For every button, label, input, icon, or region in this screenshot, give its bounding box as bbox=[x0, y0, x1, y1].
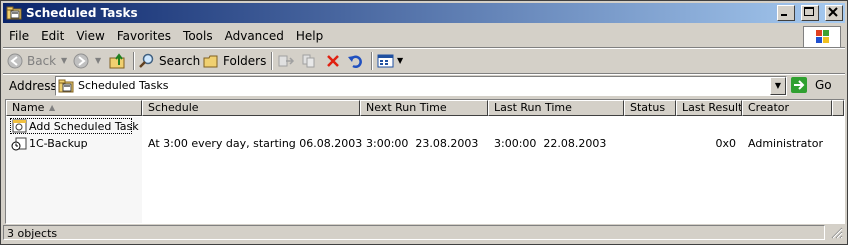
standard-toolbar: Back ▼ ▼ Search Folders ▼ bbox=[3, 49, 845, 73]
column-header-schedule-label: Schedule bbox=[148, 101, 199, 114]
address-bar: Address Scheduled Tasks ▼ Go bbox=[3, 75, 845, 97]
maximize-button[interactable] bbox=[800, 5, 819, 21]
explorer-window: Scheduled Tasks File Edit View Favorites Too… bbox=[0, 0, 848, 245]
menu-bar: File Edit View Favorites Tools Advanced Help bbox=[3, 25, 803, 47]
column-header-last-run-time[interactable]: Last Run Time bbox=[488, 100, 624, 116]
windows-logo-icon bbox=[803, 26, 841, 48]
address-label: Address bbox=[9, 79, 57, 93]
column-header-next-run-time-label: Next Run Time bbox=[366, 101, 447, 114]
add-task-wizard-icon bbox=[12, 119, 28, 133]
table-row[interactable]: 1C-Backup At 3:00 every day, starting 06… bbox=[6, 136, 844, 152]
column-header-name[interactable]: Name ▲ bbox=[6, 100, 142, 116]
task-creator: Administrator bbox=[748, 137, 823, 150]
column-header-last-run-time-label: Last Run Time bbox=[494, 101, 572, 114]
search-label: Search bbox=[159, 54, 201, 68]
folders-icon bbox=[203, 53, 219, 69]
column-header-schedule[interactable]: Schedule bbox=[142, 100, 360, 116]
minimize-button[interactable] bbox=[776, 5, 795, 21]
scheduled-tasks-folder-icon bbox=[58, 78, 74, 94]
copy-to-icon bbox=[301, 53, 319, 69]
column-header-creator[interactable]: Creator bbox=[742, 100, 832, 116]
back-dropdown-icon: ▼ bbox=[61, 56, 68, 65]
forward-dropdown-icon: ▼ bbox=[95, 56, 102, 65]
menu-file[interactable]: File bbox=[3, 25, 35, 43]
toolbar-separator bbox=[133, 52, 135, 70]
up-folder-icon bbox=[109, 53, 127, 69]
address-dropdown-button[interactable]: ▼ bbox=[770, 77, 786, 95]
column-header-filler bbox=[832, 100, 844, 116]
task-last-run-time: 3:00:00 22.08.2003 bbox=[494, 137, 607, 150]
menu-help[interactable]: Help bbox=[290, 25, 329, 43]
views-icon bbox=[377, 53, 395, 69]
scheduled-tasks-folder-icon bbox=[6, 5, 22, 21]
delete-icon bbox=[325, 53, 341, 69]
task-schedule: At 3:00 every day, starting 06.08.2003 bbox=[148, 137, 363, 150]
task-name: Add Scheduled Task bbox=[29, 120, 139, 133]
task-next-run-time: 3:00:00 23.08.2003 bbox=[366, 137, 479, 150]
column-header-last-result[interactable]: Last Result bbox=[676, 100, 742, 116]
column-header-creator-label: Creator bbox=[748, 101, 790, 114]
resize-grip-icon[interactable] bbox=[831, 227, 843, 239]
folders-label: Folders bbox=[223, 54, 267, 68]
column-header-name-label: Name bbox=[12, 101, 45, 114]
back-label: Back bbox=[27, 54, 57, 68]
column-header-last-result-label: Last Result bbox=[682, 101, 742, 114]
close-button[interactable] bbox=[825, 5, 843, 21]
delete-button[interactable] bbox=[325, 53, 341, 73]
address-value[interactable]: Scheduled Tasks bbox=[78, 79, 169, 92]
undo-icon bbox=[347, 53, 363, 69]
move-to-button[interactable] bbox=[277, 53, 295, 73]
toolbar-separator bbox=[371, 52, 373, 70]
task-last-result: 0x0 bbox=[715, 137, 736, 150]
address-combobox[interactable]: Scheduled Tasks ▼ bbox=[55, 76, 787, 96]
title-bar[interactable]: Scheduled Tasks bbox=[3, 3, 845, 23]
task-name: 1C-Backup bbox=[29, 137, 88, 150]
search-icon bbox=[139, 53, 155, 69]
menu-view[interactable]: View bbox=[70, 25, 110, 43]
copy-to-button[interactable] bbox=[301, 53, 319, 73]
menu-edit[interactable]: Edit bbox=[35, 25, 70, 43]
menu-tools[interactable]: Tools bbox=[177, 25, 219, 43]
go-arrow-icon bbox=[791, 77, 807, 93]
task-list-view: Name ▲ Schedule Next Run Time Last Run T… bbox=[5, 99, 845, 224]
menu-advanced[interactable]: Advanced bbox=[219, 25, 290, 43]
undo-button[interactable] bbox=[347, 53, 363, 73]
status-text: 3 objects bbox=[3, 225, 825, 240]
move-to-icon bbox=[277, 53, 295, 69]
menu-favorites[interactable]: Favorites bbox=[111, 25, 177, 43]
go-label: Go bbox=[815, 78, 832, 92]
toolbar-separator bbox=[271, 52, 273, 70]
window-title: Scheduled Tasks bbox=[26, 6, 138, 20]
column-header-status[interactable]: Status bbox=[624, 100, 676, 116]
forward-arrow-icon bbox=[73, 53, 89, 69]
column-header-status-label: Status bbox=[630, 101, 666, 114]
sort-ascending-icon: ▲ bbox=[49, 103, 56, 112]
views-dropdown-icon: ▼ bbox=[397, 56, 404, 65]
up-folder-button[interactable] bbox=[109, 53, 127, 73]
column-header-next-run-time[interactable]: Next Run Time bbox=[360, 100, 488, 116]
status-bar: 3 objects bbox=[3, 224, 845, 242]
list-item[interactable]: Add Scheduled Task bbox=[10, 118, 139, 134]
back-arrow-icon bbox=[7, 53, 23, 69]
scheduled-task-icon bbox=[11, 137, 27, 151]
